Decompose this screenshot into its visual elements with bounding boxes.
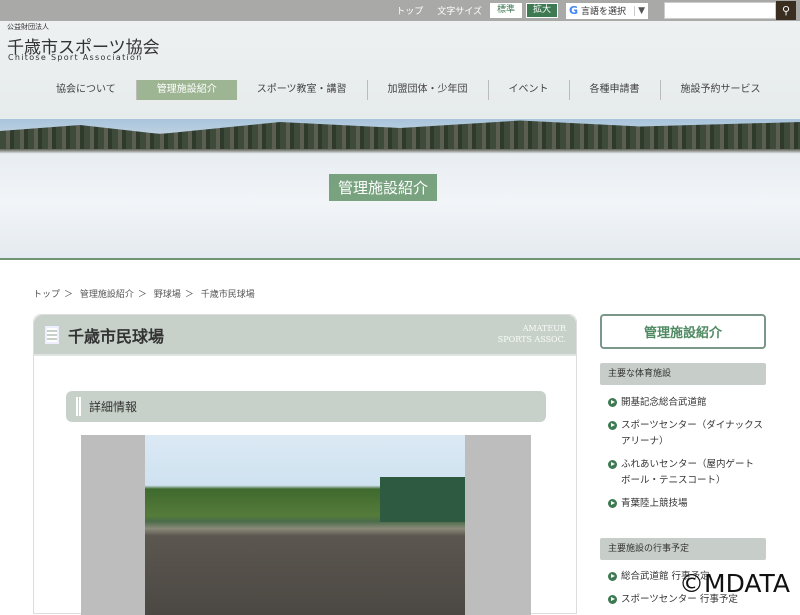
font-size-label: 文字サイズ — [437, 7, 482, 17]
language-label: 言語を選択 — [581, 7, 627, 17]
search-icon: ⚲ — [781, 4, 791, 17]
hero-title: 管理施設紹介 — [329, 174, 438, 201]
nav-groups[interactable]: 加盟団体・少年団 — [368, 80, 489, 100]
list-item[interactable]: 青葉陸上競技場 — [608, 496, 763, 512]
arrow-icon — [608, 460, 617, 469]
breadcrumb-sep: ＞ — [64, 290, 74, 300]
breadcrumb-baseball[interactable]: 野球場 — [154, 290, 181, 300]
baseball-field-image — [145, 435, 465, 615]
nav-forms[interactable]: 各種申請書 — [570, 80, 661, 100]
arrow-icon — [608, 398, 617, 407]
section-bar-icon — [76, 397, 81, 416]
chevron-down-icon: ▼ — [634, 5, 645, 16]
nav-reservation[interactable]: 施設予約サービス — [661, 80, 781, 100]
facility-photo — [81, 435, 531, 615]
arrow-icon — [608, 572, 617, 581]
scoreboard — [380, 477, 465, 522]
sidebar-facilities-button[interactable]: 管理施設紹介 — [600, 314, 766, 349]
arrow-icon — [608, 499, 617, 508]
nav-classes[interactable]: スポーツ教室・講習 — [237, 80, 368, 100]
content-card: 千歳市民球場 AMATEUR SPORTS ASSOC. 詳細情報 — [33, 314, 577, 615]
hero-image — [0, 120, 800, 149]
breadcrumb-sep: ＞ — [137, 290, 147, 300]
search-button[interactable]: ⚲ — [776, 1, 796, 20]
header: 公益財団法人 千歳市スポーツ協会 Chitose Sport Associati… — [0, 21, 800, 119]
breadcrumb-top[interactable]: トップ — [33, 290, 60, 300]
breadcrumb: トップ＞ 管理施設紹介＞ 野球場＞ 千歳市民球場 — [33, 287, 259, 300]
font-standard-button[interactable]: 標準 — [489, 3, 522, 18]
nav-events[interactable]: イベント — [489, 80, 570, 100]
list-item[interactable]: ふれあいセンター（屋内ゲートボール・テニスコート） — [608, 457, 763, 489]
site-subtitle: Chitose Sport Association — [8, 53, 143, 62]
section-header: 詳細情報 — [66, 391, 546, 422]
list-item[interactable]: 開基記念総合武道館 — [608, 395, 763, 411]
top-link[interactable]: トップ — [396, 4, 423, 17]
top-bar: トップ 文字サイズ 標準 拡大 G 言語を選択 ▼ ⚲ — [0, 0, 800, 21]
page-title: 千歳市民球場 — [68, 326, 165, 346]
document-icon — [45, 325, 59, 344]
watermark: ©MDATA — [679, 569, 790, 598]
nav-facilities[interactable]: 管理施設紹介 — [136, 80, 237, 100]
language-select[interactable]: G 言語を選択 ▼ — [566, 2, 648, 19]
font-large-button[interactable]: 拡大 — [525, 3, 558, 18]
nav-about[interactable]: 協会について — [36, 80, 137, 100]
header-decoration: AMATEUR SPORTS ASSOC. — [497, 324, 566, 344]
breadcrumb-sep: ＞ — [184, 290, 194, 300]
sidebar-heading-schedule: 主要施設の行事予定 — [600, 538, 766, 560]
hero-banner: 管理施設紹介 — [0, 119, 800, 260]
card-header: 千歳市民球場 AMATEUR SPORTS ASSOC. — [34, 315, 576, 356]
breadcrumb-facilities[interactable]: 管理施設紹介 — [80, 290, 134, 300]
sidebar-heading-main-facilities: 主要な体育施設 — [600, 363, 766, 385]
section-title: 詳細情報 — [89, 400, 138, 414]
main-nav: 協会について 管理施設紹介 スポーツ教室・講習 加盟団体・少年団 イベント 各種… — [36, 80, 781, 100]
sidebar-facility-list: 開基記念総合武道館 スポーツセンター（ダイナックスアリーナ） ふれあいセンター（… — [608, 395, 763, 519]
breadcrumb-current: 千歳市民球場 — [200, 290, 255, 300]
google-icon: G — [569, 4, 579, 17]
list-item[interactable]: スポーツセンター（ダイナックスアリーナ） — [608, 418, 763, 450]
search-input[interactable] — [664, 2, 776, 19]
arrow-icon — [608, 421, 617, 430]
org-type: 公益財団法人 — [7, 23, 49, 31]
